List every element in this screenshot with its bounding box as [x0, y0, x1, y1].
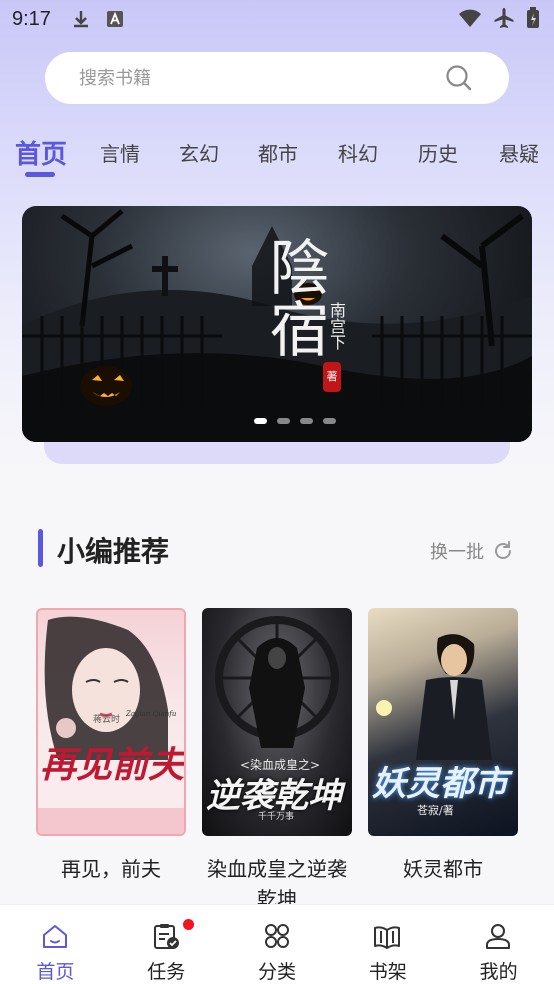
carousel-dot[interactable] [323, 418, 336, 424]
book-card[interactable]: 再见前夫 蒋云时 Zaijian Qianfu 再见，前夫 [36, 608, 186, 884]
cover-author-text: 千千万事 [258, 812, 295, 822]
cover-author-text: 蒋云时 [93, 715, 121, 725]
nav-label: 首页 [36, 961, 75, 983]
banner-author: 南宫下 [327, 302, 346, 350]
status-bar: 9:17 [0, 0, 554, 38]
nav-bookshelf[interactable]: 书架 [332, 905, 443, 984]
cover-strip [38, 808, 184, 834]
refresh-icon [495, 541, 511, 559]
section-title: 小编推荐 [57, 535, 170, 568]
nav-label: 我的 [479, 961, 518, 983]
tab-urban[interactable]: 都市 [258, 138, 298, 167]
banner-carousel[interactable]: 陰宿 南宫下 [22, 206, 532, 442]
book-title[interactable]: 妖灵都市 [368, 854, 518, 884]
cover-title-text: 再见前夫 [40, 744, 185, 786]
book-card[interactable]: <染血成皇之> 逆袭乾坤 千千万事 染血成皇之逆袭乾坤 [202, 608, 352, 914]
tab-home[interactable]: 首页 [15, 134, 67, 171]
nav-profile[interactable]: 我的 [443, 905, 554, 984]
home-icon [43, 925, 67, 948]
notification-badge [182, 919, 194, 930]
nav-label: 任务 [147, 961, 186, 983]
cover-subtitle-text: Zaijian Qianfu [126, 710, 177, 718]
bottom-navigation: 首页 任务 分类 书架 我的 [0, 904, 554, 984]
nav-home[interactable]: 首页 [0, 905, 111, 984]
tab-indicator [25, 172, 55, 177]
cover-author-text: 苍寂/著 [417, 804, 454, 817]
bookshelf-icon [374, 926, 401, 949]
book-title[interactable]: 再见，前夫 [36, 854, 186, 884]
search-icon[interactable] [445, 64, 473, 92]
category-grid-icon [264, 924, 289, 948]
download-icon [69, 7, 93, 31]
carousel-dot[interactable] [254, 418, 267, 424]
section-accent-bar [38, 529, 43, 567]
book-card[interactable]: 妖灵都市 苍寂/著 妖灵都市 [368, 608, 518, 884]
tab-romance[interactable]: 言情 [100, 138, 140, 167]
font-icon [103, 7, 127, 31]
carousel-indicator [254, 418, 336, 424]
nav-tasks[interactable]: 任务 [111, 905, 222, 984]
carousel-dot[interactable] [300, 418, 313, 424]
search-bar[interactable] [45, 52, 509, 104]
airplane-icon [492, 7, 516, 33]
carousel-dot[interactable] [277, 418, 290, 424]
status-time: 9:17 [12, 7, 51, 30]
refresh-label: 换一批 [430, 542, 484, 563]
wifi-icon [458, 7, 482, 33]
nav-label: 分类 [257, 961, 296, 983]
task-clipboard-icon [153, 924, 179, 949]
tab-scifi[interactable]: 科幻 [338, 138, 378, 167]
profile-icon [486, 924, 511, 949]
banner-seal: 著 [323, 362, 341, 392]
book-cover[interactable]: 再见前夫 蒋云时 Zaijian Qianfu [36, 608, 186, 836]
tab-history[interactable]: 历史 [418, 138, 458, 167]
search-input[interactable] [79, 67, 419, 89]
tab-fantasy[interactable]: 玄幻 [179, 138, 219, 167]
nav-categories[interactable]: 分类 [222, 905, 333, 984]
nav-label: 书架 [368, 961, 407, 983]
cover-title-text: 妖灵都市 [372, 764, 508, 804]
banner-title: 陰宿 [259, 236, 329, 360]
battery-icon [526, 7, 540, 33]
category-tabs: 首页 言情 玄幻 都市 科幻 历史 悬疑 [0, 130, 554, 180]
book-cover[interactable]: <染血成皇之> 逆袭乾坤 千千万事 [202, 608, 352, 836]
refresh-button[interactable]: 换一批 [430, 538, 514, 564]
tab-mystery[interactable]: 悬疑 [499, 138, 539, 167]
book-cover[interactable]: 妖灵都市 苍寂/著 [368, 608, 518, 836]
